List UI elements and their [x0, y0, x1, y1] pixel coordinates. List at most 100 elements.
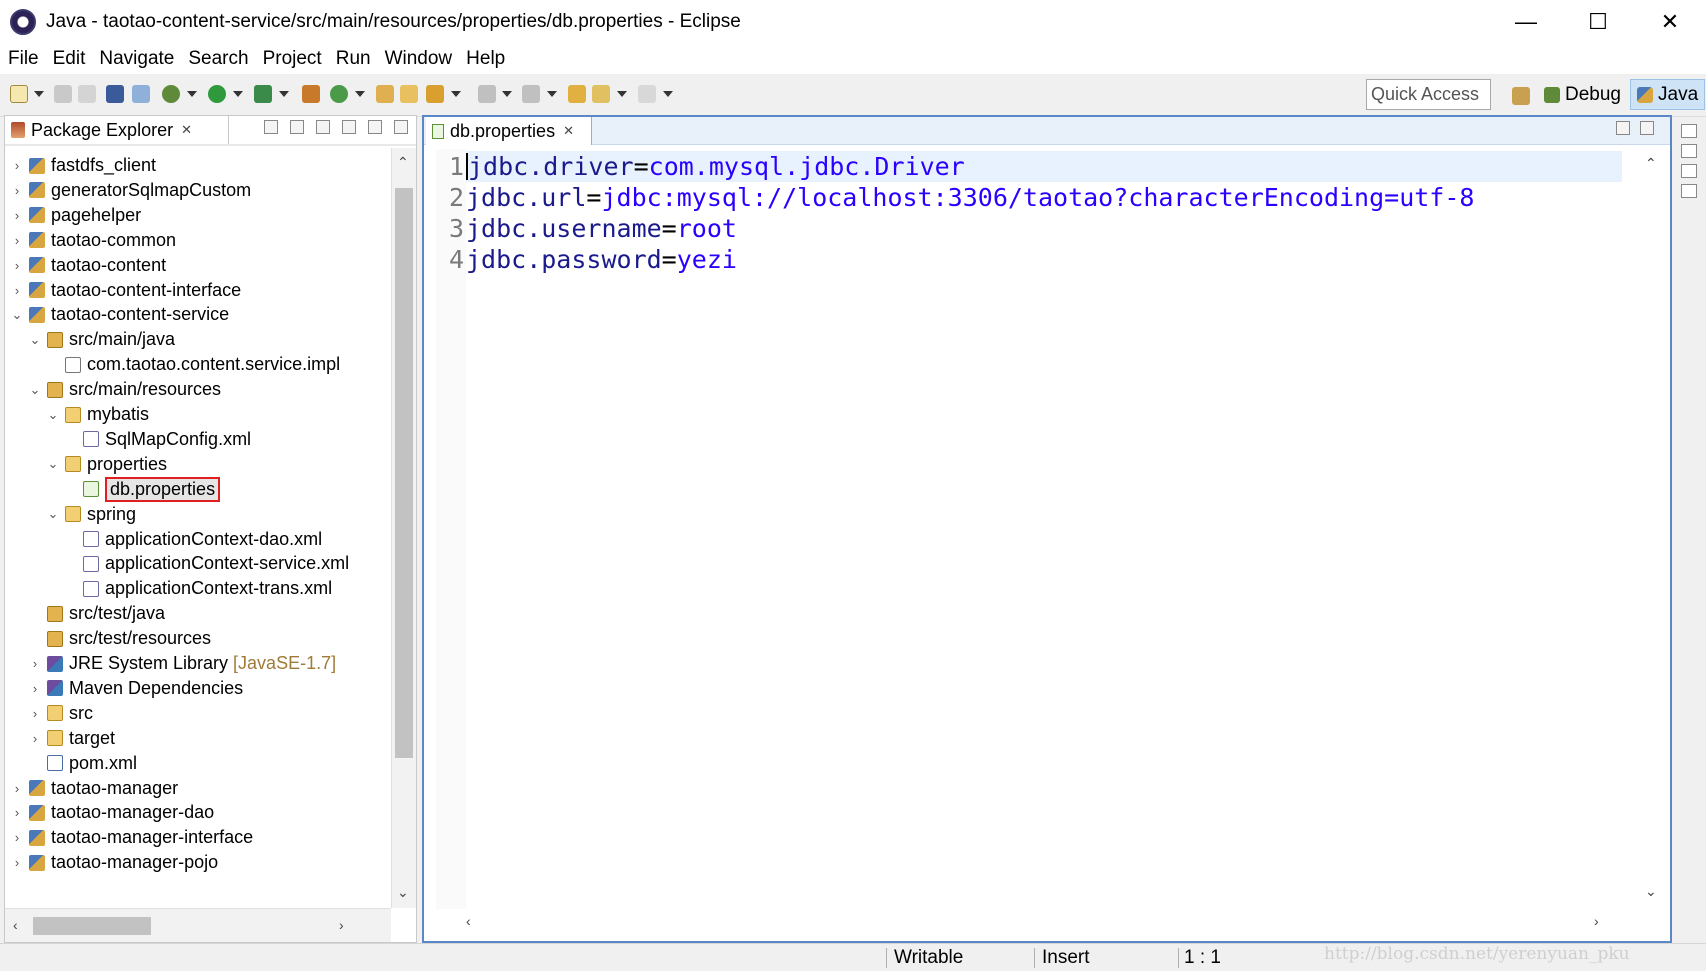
tree-item[interactable]: com.taotao.content.service.impl [47, 351, 340, 378]
external-tools-icon[interactable] [254, 85, 272, 103]
collapsed-chevron-icon[interactable]: › [11, 830, 23, 845]
editor-scroll-up-icon[interactable]: ⌃ [1645, 155, 1657, 172]
editor-maximize-icon[interactable] [1640, 121, 1654, 135]
collapsed-chevron-icon[interactable]: › [11, 283, 23, 298]
tree-item[interactable]: ⌄ spring [47, 501, 136, 528]
next-annotation-icon[interactable] [478, 85, 496, 103]
last-edit-location-icon[interactable] [568, 85, 586, 103]
debug-dropdown-icon[interactable] [187, 91, 197, 97]
menu-file[interactable]: File [8, 48, 39, 70]
editor-scroll-left-icon[interactable]: ‹ [466, 913, 471, 929]
tree-item[interactable]: › taotao-manager-dao [11, 799, 214, 826]
new-dropdown-icon[interactable] [34, 91, 44, 97]
expanded-chevron-icon[interactable]: ⌄ [47, 506, 59, 522]
tree-item[interactable]: pom.xml [29, 750, 137, 777]
expanded-chevron-icon[interactable]: ⌄ [29, 382, 41, 398]
problems-icon[interactable] [1681, 184, 1697, 198]
quick-access-input[interactable]: Quick Access [1366, 79, 1491, 110]
tree-item[interactable]: SqlMapConfig.xml [65, 426, 251, 453]
tree-item[interactable]: applicationContext-trans.xml [65, 575, 332, 602]
editor-scroll-right-icon[interactable]: › [1594, 913, 1599, 929]
expanded-chevron-icon[interactable]: ⌄ [47, 456, 59, 472]
minimize-button[interactable]: — [1490, 0, 1562, 44]
tree-item[interactable]: ⌄ src/main/java [29, 326, 175, 353]
menu-search[interactable]: Search [188, 48, 248, 70]
tree-item[interactable]: › target [29, 725, 115, 752]
minimize-view-icon[interactable] [368, 120, 382, 134]
tree-item[interactable]: › src [29, 700, 93, 727]
expanded-chevron-icon[interactable]: ⌄ [29, 332, 41, 348]
skip-breakpoints-icon[interactable] [132, 85, 150, 103]
menu-edit[interactable]: Edit [53, 48, 86, 70]
tree-item[interactable]: ⌄ mybatis [47, 401, 149, 428]
tree-item[interactable]: ⌄ properties [47, 451, 168, 478]
previous-annotation-icon[interactable] [522, 85, 540, 103]
save-icon[interactable] [54, 85, 72, 103]
perspective-debug[interactable]: Debug [1538, 79, 1627, 110]
menu-project[interactable]: Project [263, 48, 322, 70]
open-task-icon[interactable] [400, 85, 418, 103]
maximize-button[interactable]: ☐ [1562, 0, 1634, 44]
new-class-dropdown-icon[interactable] [355, 91, 365, 97]
previous-annotation-dropdown-icon[interactable] [547, 91, 557, 97]
view-dropdown-icon[interactable] [342, 120, 356, 134]
tree-item[interactable]: ⌄ src/main/resources [29, 376, 222, 403]
tree-item[interactable]: ⌄ taotao-content-service [11, 301, 230, 328]
tree-item[interactable]: › taotao-manager-interface [11, 824, 253, 851]
collapsed-chevron-icon[interactable]: › [29, 681, 41, 696]
expanded-chevron-icon[interactable]: ⌄ [47, 407, 59, 423]
scroll-left-icon[interactable]: ‹ [13, 917, 18, 933]
tree-item[interactable]: › generatorSqlmapCustom [11, 177, 251, 204]
collapsed-chevron-icon[interactable]: › [11, 233, 23, 248]
expanded-chevron-icon[interactable]: ⌄ [11, 307, 23, 323]
collapsed-chevron-icon[interactable]: › [29, 656, 41, 671]
tree-item[interactable]: › Maven Dependencies [29, 675, 243, 702]
search-icon[interactable] [426, 85, 444, 103]
tree-item[interactable]: › taotao-content-interface [11, 277, 241, 304]
restore-icon[interactable] [1681, 124, 1697, 138]
tree-scroll-thumb[interactable] [395, 188, 413, 758]
new-class-icon[interactable] [330, 85, 348, 103]
search-dropdown-icon[interactable] [451, 91, 461, 97]
next-annotation-dropdown-icon[interactable] [502, 91, 512, 97]
tree-vertical-scrollbar[interactable]: ⌃ ⌄ [391, 148, 416, 908]
view-menu-icon[interactable] [316, 120, 330, 134]
scroll-up-icon[interactable]: ⌃ [397, 154, 409, 171]
tree-item[interactable]: › taotao-manager-pojo [11, 849, 218, 876]
collapse-all-icon[interactable] [264, 120, 278, 134]
collapsed-chevron-icon[interactable]: › [11, 781, 23, 796]
editor-horizontal-scrollbar[interactable]: ‹ › [458, 913, 1634, 935]
tree-item[interactable]: src/test/resources [29, 625, 211, 652]
tree-horizontal-scrollbar[interactable]: ‹ › [5, 908, 391, 942]
external-tools-dropdown-icon[interactable] [279, 91, 289, 97]
collapsed-chevron-icon[interactable]: › [29, 706, 41, 721]
collapsed-chevron-icon[interactable]: › [11, 855, 23, 870]
tree-item[interactable]: applicationContext-dao.xml [65, 526, 322, 553]
close-button[interactable]: ✕ [1634, 0, 1706, 44]
forward-dropdown-icon[interactable] [663, 91, 673, 97]
tree-item[interactable]: applicationContext-service.xml [65, 550, 349, 577]
menu-run[interactable]: Run [336, 48, 371, 70]
scroll-right-icon[interactable]: › [339, 917, 344, 933]
back-icon[interactable] [592, 85, 610, 103]
package-explorer-tab[interactable]: Package Explorer ✕ [5, 116, 229, 144]
code-editor[interactable]: 1 jdbc.driver = com.mysql.jdbc.Driver 2 jdbc… [436, 149, 1622, 909]
task-list-icon[interactable] [1681, 164, 1697, 178]
tree-item[interactable]: › taotao-content [11, 252, 166, 279]
open-type-icon[interactable] [376, 85, 394, 103]
save-all-icon[interactable] [78, 85, 96, 103]
outline-icon[interactable] [1681, 144, 1697, 158]
console-icon[interactable] [106, 85, 124, 103]
run-dropdown-icon[interactable] [233, 91, 243, 97]
tree-item[interactable]: › taotao-common [11, 227, 176, 254]
back-dropdown-icon[interactable] [617, 91, 627, 97]
collapsed-chevron-icon[interactable]: › [11, 158, 23, 173]
editor-tab-close-icon[interactable]: ✕ [563, 123, 574, 139]
code-line[interactable]: 3 jdbc.username = root [436, 213, 737, 244]
perspective-java[interactable]: Java [1630, 79, 1706, 110]
tree-item[interactable]: db.properties [65, 476, 221, 503]
tree-item[interactable]: › fastdfs_client [11, 152, 156, 179]
collapsed-chevron-icon[interactable]: › [11, 258, 23, 273]
run-icon[interactable] [208, 85, 226, 103]
new-icon[interactable] [10, 85, 28, 103]
